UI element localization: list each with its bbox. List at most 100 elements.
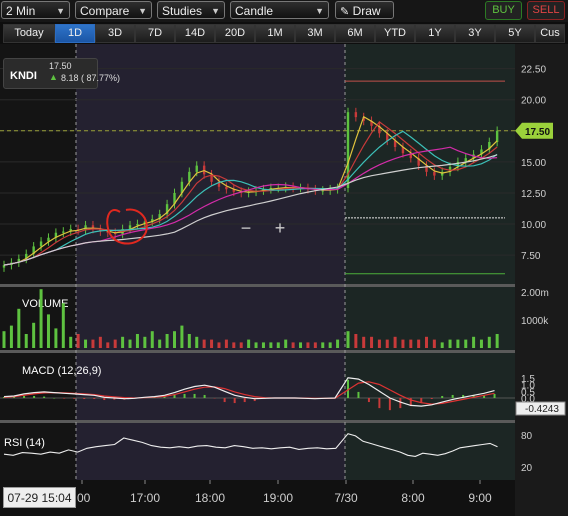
macd-histogram-bar: [243, 398, 246, 403]
volume-bar: [98, 336, 102, 348]
chart-style-dropdown[interactable]: Candle ▼: [230, 1, 329, 19]
volume-bar: [24, 334, 28, 348]
chevron-down-icon: ▼: [138, 6, 147, 16]
candle-body: [202, 165, 206, 175]
volume-bar: [54, 328, 58, 348]
volume-bar: [46, 314, 50, 348]
volume-tick-label: 2.00m: [521, 288, 549, 299]
premarket-shade: [345, 44, 515, 480]
volume-bar: [401, 339, 405, 348]
volume-bar: [17, 308, 21, 348]
macd-histogram-bar: [441, 395, 444, 398]
y-tick-label: 22.50: [521, 65, 546, 76]
rsi-tick-label: 20: [521, 463, 533, 474]
volume-bar: [180, 325, 184, 348]
volume-bar: [254, 342, 258, 348]
interval-dropdown[interactable]: 2 Min ▼: [1, 1, 70, 19]
range-button-20d[interactable]: 20D: [215, 24, 255, 43]
studies-dropdown[interactable]: Studies ▼: [157, 1, 225, 19]
macd-histogram-bar: [183, 393, 186, 398]
volume-bar: [261, 342, 265, 348]
volume-bar: [91, 339, 95, 348]
volume-bar: [409, 339, 413, 348]
interval-value: 2 Min: [6, 4, 36, 18]
range-bar: Today 1D 3D 7D 14D 20D 1M 3M 6M YTD 1Y 3Y 5Y Cus: [0, 22, 568, 44]
range-button-3m[interactable]: 3M: [295, 24, 335, 43]
macd-histogram-bar: [83, 398, 86, 400]
range-button-1d[interactable]: 1D: [55, 24, 95, 43]
macd-histogram-bar: [173, 394, 176, 398]
volume-bar: [2, 331, 6, 348]
range-button-today[interactable]: Today: [3, 24, 55, 43]
volume-bar: [32, 322, 36, 348]
macd-histogram-bar: [399, 398, 402, 409]
up-arrow-icon: ▲: [49, 72, 58, 82]
range-button-1m[interactable]: 1M: [255, 24, 295, 43]
zoom-out-button[interactable]: −: [238, 219, 254, 237]
macd-histogram-bar: [103, 398, 106, 401]
panel-divider: [0, 284, 515, 287]
macd-histogram-bar: [378, 398, 381, 409]
volume-bar: [336, 339, 340, 348]
macd-histogram-bar: [193, 393, 196, 398]
y-tick-label: 7.50: [521, 251, 541, 262]
range-button-1y[interactable]: 1Y: [415, 24, 455, 43]
zoom-in-button[interactable]: +: [272, 219, 288, 237]
volume-bar: [269, 342, 273, 348]
stock-chart[interactable]: VOLUME MACD (12,26,9) RSI (14) 22.50 20.0…: [0, 44, 568, 516]
candle-body: [433, 171, 436, 176]
x-tick-label: 17:00: [130, 491, 160, 505]
candle-body: [354, 112, 358, 118]
macd-histogram-bar: [53, 398, 56, 399]
last-price-tag-label: 17.50: [525, 127, 550, 138]
range-button-6m[interactable]: 6M: [335, 24, 375, 43]
macd-histogram-bar: [43, 396, 46, 398]
volume-bar: [150, 331, 154, 348]
volume-bar: [113, 339, 117, 348]
volume-bar: [247, 339, 251, 348]
volume-bar: [84, 339, 88, 348]
x-tick-label: 8:00: [401, 491, 425, 505]
x-tick-label: 18:00: [195, 491, 225, 505]
range-button-7d[interactable]: 7D: [135, 24, 175, 43]
chevron-down-icon: ▼: [56, 6, 65, 16]
x-tick-label: 9:00: [468, 491, 492, 505]
volume-bar: [39, 289, 43, 348]
volume-bar: [299, 342, 303, 348]
volume-bar: [217, 342, 221, 348]
x-tick-label: :00: [74, 491, 91, 505]
macd-histogram-bar: [33, 395, 36, 398]
volume-bar: [354, 334, 358, 348]
candle-body: [195, 165, 198, 172]
volume-bar: [276, 342, 280, 348]
range-button-14d[interactable]: 14D: [175, 24, 215, 43]
compare-dropdown[interactable]: Compare ▼: [75, 1, 152, 19]
volume-bar: [69, 336, 73, 348]
range-button-5y[interactable]: 5Y: [495, 24, 535, 43]
candle-body: [62, 231, 65, 233]
volume-bar: [232, 342, 236, 348]
draw-button[interactable]: ✎ Draw: [335, 1, 394, 19]
symbol: KNDI: [10, 70, 37, 82]
range-button-cus[interactable]: Cus: [535, 24, 565, 43]
volume-bar: [106, 342, 110, 348]
buy-button[interactable]: BUY: [485, 1, 522, 20]
macd-histogram-bar: [23, 395, 26, 398]
volume-bar: [313, 342, 317, 348]
range-button-3d[interactable]: 3D: [95, 24, 135, 43]
volume-bar: [121, 336, 125, 348]
last-price: 17.50: [49, 61, 72, 71]
sell-button[interactable]: SELL: [527, 1, 565, 20]
range-button-ytd[interactable]: YTD: [375, 24, 415, 43]
studies-label: Studies: [162, 4, 203, 18]
volume-bar: [377, 339, 381, 348]
volume-bar: [456, 339, 460, 348]
macd-histogram-bar: [357, 391, 360, 398]
macd-histogram-bar: [203, 394, 206, 398]
range-button-3y[interactable]: 3Y: [455, 24, 495, 43]
macd-histogram-bar: [233, 398, 236, 404]
afterhours-shade: [76, 44, 345, 480]
volume-bar: [346, 331, 350, 348]
volume-bar: [173, 331, 176, 348]
volume-bar: [479, 339, 483, 348]
